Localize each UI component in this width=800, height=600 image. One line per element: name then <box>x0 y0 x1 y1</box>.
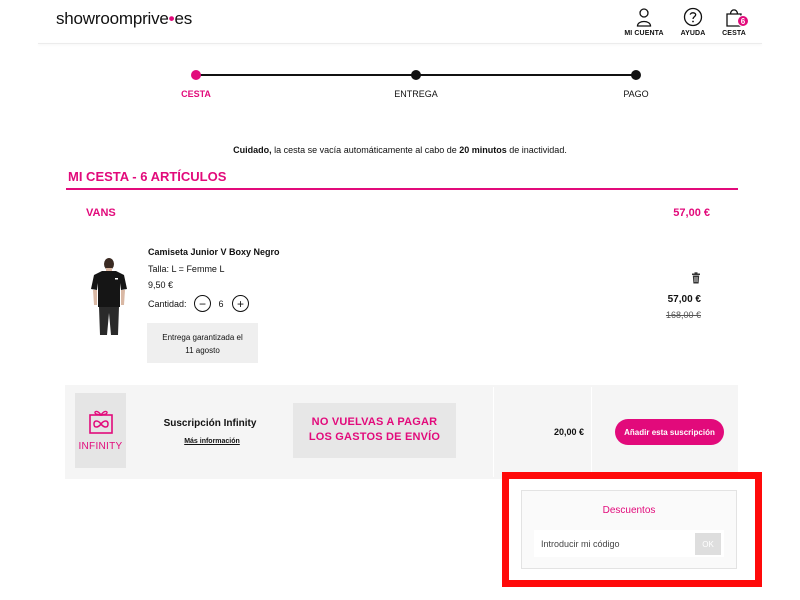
user-icon <box>619 6 669 28</box>
line-original-price: 168,00 € <box>665 310 701 320</box>
product-unit-price: 9,50 € <box>148 280 174 290</box>
step-dot-cart <box>191 70 201 80</box>
quantity-increase-button[interactable]: + <box>232 295 249 312</box>
plus-icon: + <box>236 296 244 311</box>
product-size: Talla: L = Femme L <box>148 264 225 274</box>
gift-infinity-icon <box>88 410 113 434</box>
delivery-text: Entrega garantizada el <box>162 333 243 342</box>
shopping-bag-icon: 6 <box>709 6 759 28</box>
notice-text: la cesta se vacía automáticamente al cab… <box>271 145 460 155</box>
infinity-logo-text: INFINITY <box>78 441 123 452</box>
account-button[interactable]: MI CUENTA <box>619 6 669 37</box>
delivery-guarantee: Entrega garantizada el 11 agosto <box>147 323 258 363</box>
header-divider <box>38 43 762 44</box>
step-label-payment: PAGO <box>623 89 649 99</box>
more-info-link[interactable]: Más información <box>145 438 279 445</box>
notice-bold-time: 20 minutos <box>459 145 507 155</box>
promo-line: NO VUELVAS A PAGAR <box>311 416 438 428</box>
banner-divider <box>591 387 592 477</box>
free-shipping-promo: NO VUELVAS A PAGAR LOS GASTOS DE ENVÍO <box>293 403 456 458</box>
quantity-value: 6 <box>218 299 224 309</box>
step-label-delivery: ENTREGA <box>394 89 438 99</box>
product-name[interactable]: Camiseta Junior V Boxy Negro <box>148 247 280 257</box>
site-logo[interactable]: showroomprive•es <box>56 9 192 29</box>
banner-divider <box>493 387 494 477</box>
line-total-price: 57,00 € <box>667 294 701 305</box>
brand-total: 57,00 € <box>673 207 710 219</box>
discounts-title: Descuentos <box>602 505 656 516</box>
product-image[interactable] <box>84 255 134 337</box>
step-label-cart: CESTA <box>181 89 211 99</box>
cart-button[interactable]: 6 CESTA <box>709 6 759 37</box>
discount-ok-button[interactable]: OK <box>695 533 721 555</box>
quantity-label: Cantidad: <box>148 299 187 309</box>
subscription-price: 20,00 € <box>553 427 584 437</box>
inactivity-notice: Cuidado, la cesta se vacía automáticamen… <box>0 145 800 155</box>
notice-bold-warning: Cuidado, <box>233 145 272 155</box>
logo-tld: es <box>174 9 192 28</box>
promo-line: LOS GASTOS DE ENVÍO <box>308 431 441 443</box>
cart-title: MI CESTA - 6 ARTÍCULOS <box>68 169 227 184</box>
cart-label: CESTA <box>722 30 746 37</box>
add-subscription-button[interactable]: Añadir esta suscripción <box>615 419 724 445</box>
delivery-date: 11 agosto <box>185 346 220 355</box>
trash-icon[interactable] <box>690 271 702 284</box>
logo-text: showroomprive <box>56 9 169 28</box>
step-dot-delivery <box>411 70 421 80</box>
quantity-decrease-button[interactable]: − <box>194 295 211 312</box>
step-dot-payment <box>631 70 641 80</box>
cart-count-badge: 6 <box>737 15 749 27</box>
account-label: MI CUENTA <box>624 30 664 37</box>
brand-name: VANS <box>86 207 116 219</box>
notice-text-end: de inactividad. <box>506 145 567 155</box>
infinity-logo: INFINITY <box>75 393 126 468</box>
infinity-title: Suscripción Infinity <box>163 418 257 429</box>
minus-icon: − <box>198 296 206 311</box>
site-header: showroomprive•es MI CUENTA AYUDA 6 CESTA <box>0 0 800 44</box>
cart-title-divider <box>66 188 738 190</box>
